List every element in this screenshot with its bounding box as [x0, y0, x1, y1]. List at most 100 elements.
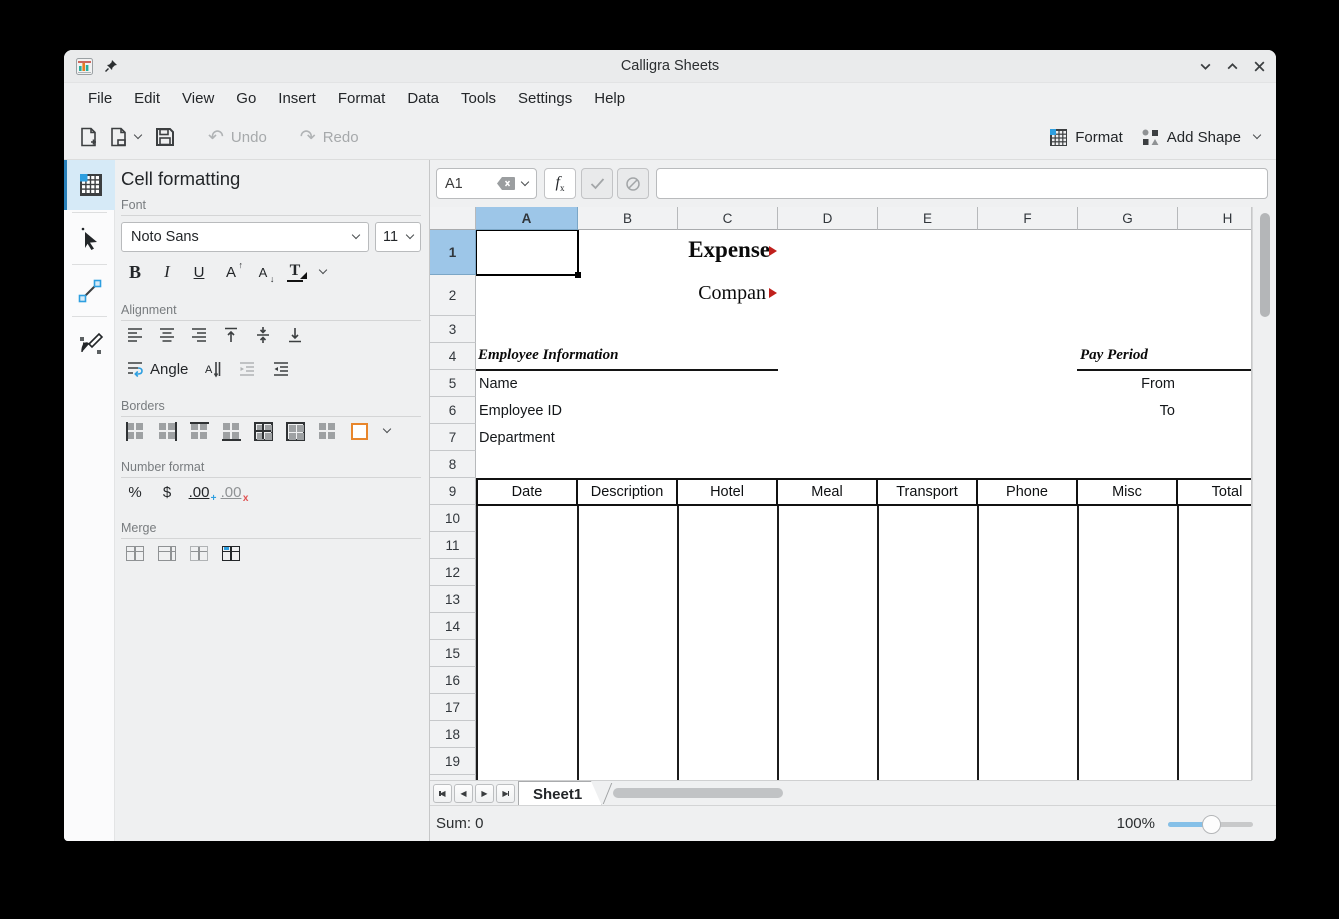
menu-item[interactable]: Tools	[450, 86, 507, 111]
row-header[interactable]: 8	[430, 451, 476, 478]
undo-button[interactable]: ↶ Undo	[208, 126, 267, 149]
formula-input[interactable]	[656, 168, 1268, 199]
italic-button[interactable]: I	[156, 260, 178, 284]
border-all-button[interactable]	[252, 419, 274, 443]
format-button[interactable]: Format	[1049, 128, 1123, 147]
menu-item[interactable]: Data	[396, 86, 450, 111]
border-chevron[interactable]	[380, 419, 394, 443]
border-bottom-button[interactable]	[220, 419, 242, 443]
text-color-button[interactable]: T	[284, 260, 306, 284]
border-none-button[interactable]	[316, 419, 338, 443]
menu-item[interactable]: File	[77, 86, 123, 111]
column-header[interactable]: G	[1078, 207, 1178, 230]
vertical-text-button[interactable]: A	[202, 357, 224, 381]
row-header[interactable]: 10	[430, 505, 476, 532]
menu-item[interactable]: Edit	[123, 86, 171, 111]
redo-button[interactable]: ↷ Redo	[300, 126, 359, 149]
row-header[interactable]: 1	[430, 230, 476, 275]
row-header[interactable]: 7	[430, 424, 476, 451]
row-header[interactable]: 2	[430, 275, 476, 316]
text-color-chevron[interactable]	[316, 260, 330, 284]
row-header[interactable]: 17	[430, 694, 476, 721]
menu-item[interactable]: Settings	[507, 86, 583, 111]
font-family-combo[interactable]: Noto Sans	[121, 222, 369, 252]
shrink-font-button[interactable]: A↓	[252, 260, 274, 284]
horizontal-scrollbar-thumb[interactable]	[613, 788, 783, 798]
row-header[interactable]: 14	[430, 613, 476, 640]
align-center-button[interactable]	[156, 323, 178, 347]
border-left-button[interactable]	[124, 419, 146, 443]
formula-button[interactable]: fx	[544, 168, 576, 199]
cancel-button[interactable]	[617, 168, 649, 199]
select-all-corner[interactable]	[430, 207, 476, 230]
border-right-button[interactable]	[156, 419, 178, 443]
decrease-indent-button[interactable]	[236, 357, 258, 381]
decrease-precision-button[interactable]: .00x	[220, 480, 242, 504]
align-bottom-button[interactable]	[284, 323, 306, 347]
wrap-text-button[interactable]	[124, 357, 146, 381]
menu-item[interactable]: Format	[327, 86, 397, 111]
add-shape-button[interactable]: Add Shape	[1141, 128, 1260, 147]
last-sheet-button[interactable]: ▶	[496, 784, 515, 803]
path-tool-button[interactable]	[64, 318, 115, 368]
increase-precision-button[interactable]: .00+	[188, 480, 210, 504]
menu-item[interactable]: Help	[583, 86, 636, 111]
align-top-button[interactable]	[220, 323, 242, 347]
menu-item[interactable]: Go	[225, 86, 267, 111]
column-header[interactable]: B	[578, 207, 678, 230]
money-format-button[interactable]: $	[156, 480, 178, 504]
open-recent-chevron[interactable]	[135, 136, 141, 138]
align-vcenter-button[interactable]	[252, 323, 274, 347]
column-header[interactable]: D	[778, 207, 878, 230]
column-header[interactable]: H	[1178, 207, 1252, 230]
title-bar[interactable]: Calligra Sheets	[64, 50, 1276, 83]
row-header[interactable]: 12	[430, 559, 476, 586]
underline-button[interactable]: U	[188, 260, 210, 284]
cell-tool-button[interactable]	[64, 160, 115, 210]
percent-format-button[interactable]: %	[124, 480, 146, 504]
zoom-slider[interactable]	[1168, 822, 1253, 827]
grow-font-button[interactable]: A↑	[220, 260, 242, 284]
menu-item[interactable]: View	[171, 86, 225, 111]
row-header[interactable]: 4	[430, 343, 476, 370]
row-header[interactable]: 15	[430, 640, 476, 667]
cells-canvas[interactable]: Expense Compan Employee Information Pay …	[476, 230, 1252, 780]
select-tool-button[interactable]	[64, 214, 115, 264]
row-header[interactable]: 19	[430, 748, 476, 775]
row-header[interactable]: 9	[430, 478, 476, 505]
next-sheet-button[interactable]: ▶	[475, 784, 494, 803]
first-sheet-button[interactable]: ◀	[433, 784, 452, 803]
previous-sheet-button[interactable]: ◀	[454, 784, 473, 803]
vertical-scrollbar[interactable]	[1252, 207, 1276, 780]
merge-horizontal-button[interactable]	[156, 541, 178, 565]
close-button[interactable]	[1252, 60, 1266, 74]
zoom-slider-handle[interactable]	[1202, 815, 1221, 834]
row-header[interactable]: 3	[430, 316, 476, 343]
column-header[interactable]: F	[978, 207, 1078, 230]
border-color-button[interactable]	[348, 419, 370, 443]
fill-handle[interactable]	[575, 272, 581, 278]
row-header[interactable]: 13	[430, 586, 476, 613]
font-size-combo[interactable]: 11	[375, 222, 421, 252]
line-tool-button[interactable]	[64, 266, 115, 316]
merge-cells-button[interactable]	[124, 541, 146, 565]
column-header[interactable]: A	[476, 207, 578, 230]
new-document-button[interactable]	[78, 127, 99, 148]
border-outer-button[interactable]	[284, 419, 306, 443]
row-header[interactable]: 5	[430, 370, 476, 397]
menu-item[interactable]: Insert	[267, 86, 327, 111]
row-header[interactable]: 11	[430, 532, 476, 559]
align-left-button[interactable]	[124, 323, 146, 347]
maximize-button[interactable]	[1225, 60, 1239, 74]
open-document-button[interactable]	[108, 127, 129, 148]
minimize-button[interactable]	[1198, 60, 1212, 74]
row-header[interactable]: 16	[430, 667, 476, 694]
vertical-scrollbar-thumb[interactable]	[1260, 213, 1270, 317]
column-header[interactable]: E	[878, 207, 978, 230]
unmerge-cells-button[interactable]	[220, 541, 242, 565]
clear-icon[interactable]	[497, 177, 515, 190]
row-header[interactable]: 18	[430, 721, 476, 748]
cell-reference-combo[interactable]: A1	[436, 168, 537, 199]
sheet-tab[interactable]: Sheet1	[518, 781, 602, 806]
angle-button[interactable]: Angle	[150, 361, 188, 378]
